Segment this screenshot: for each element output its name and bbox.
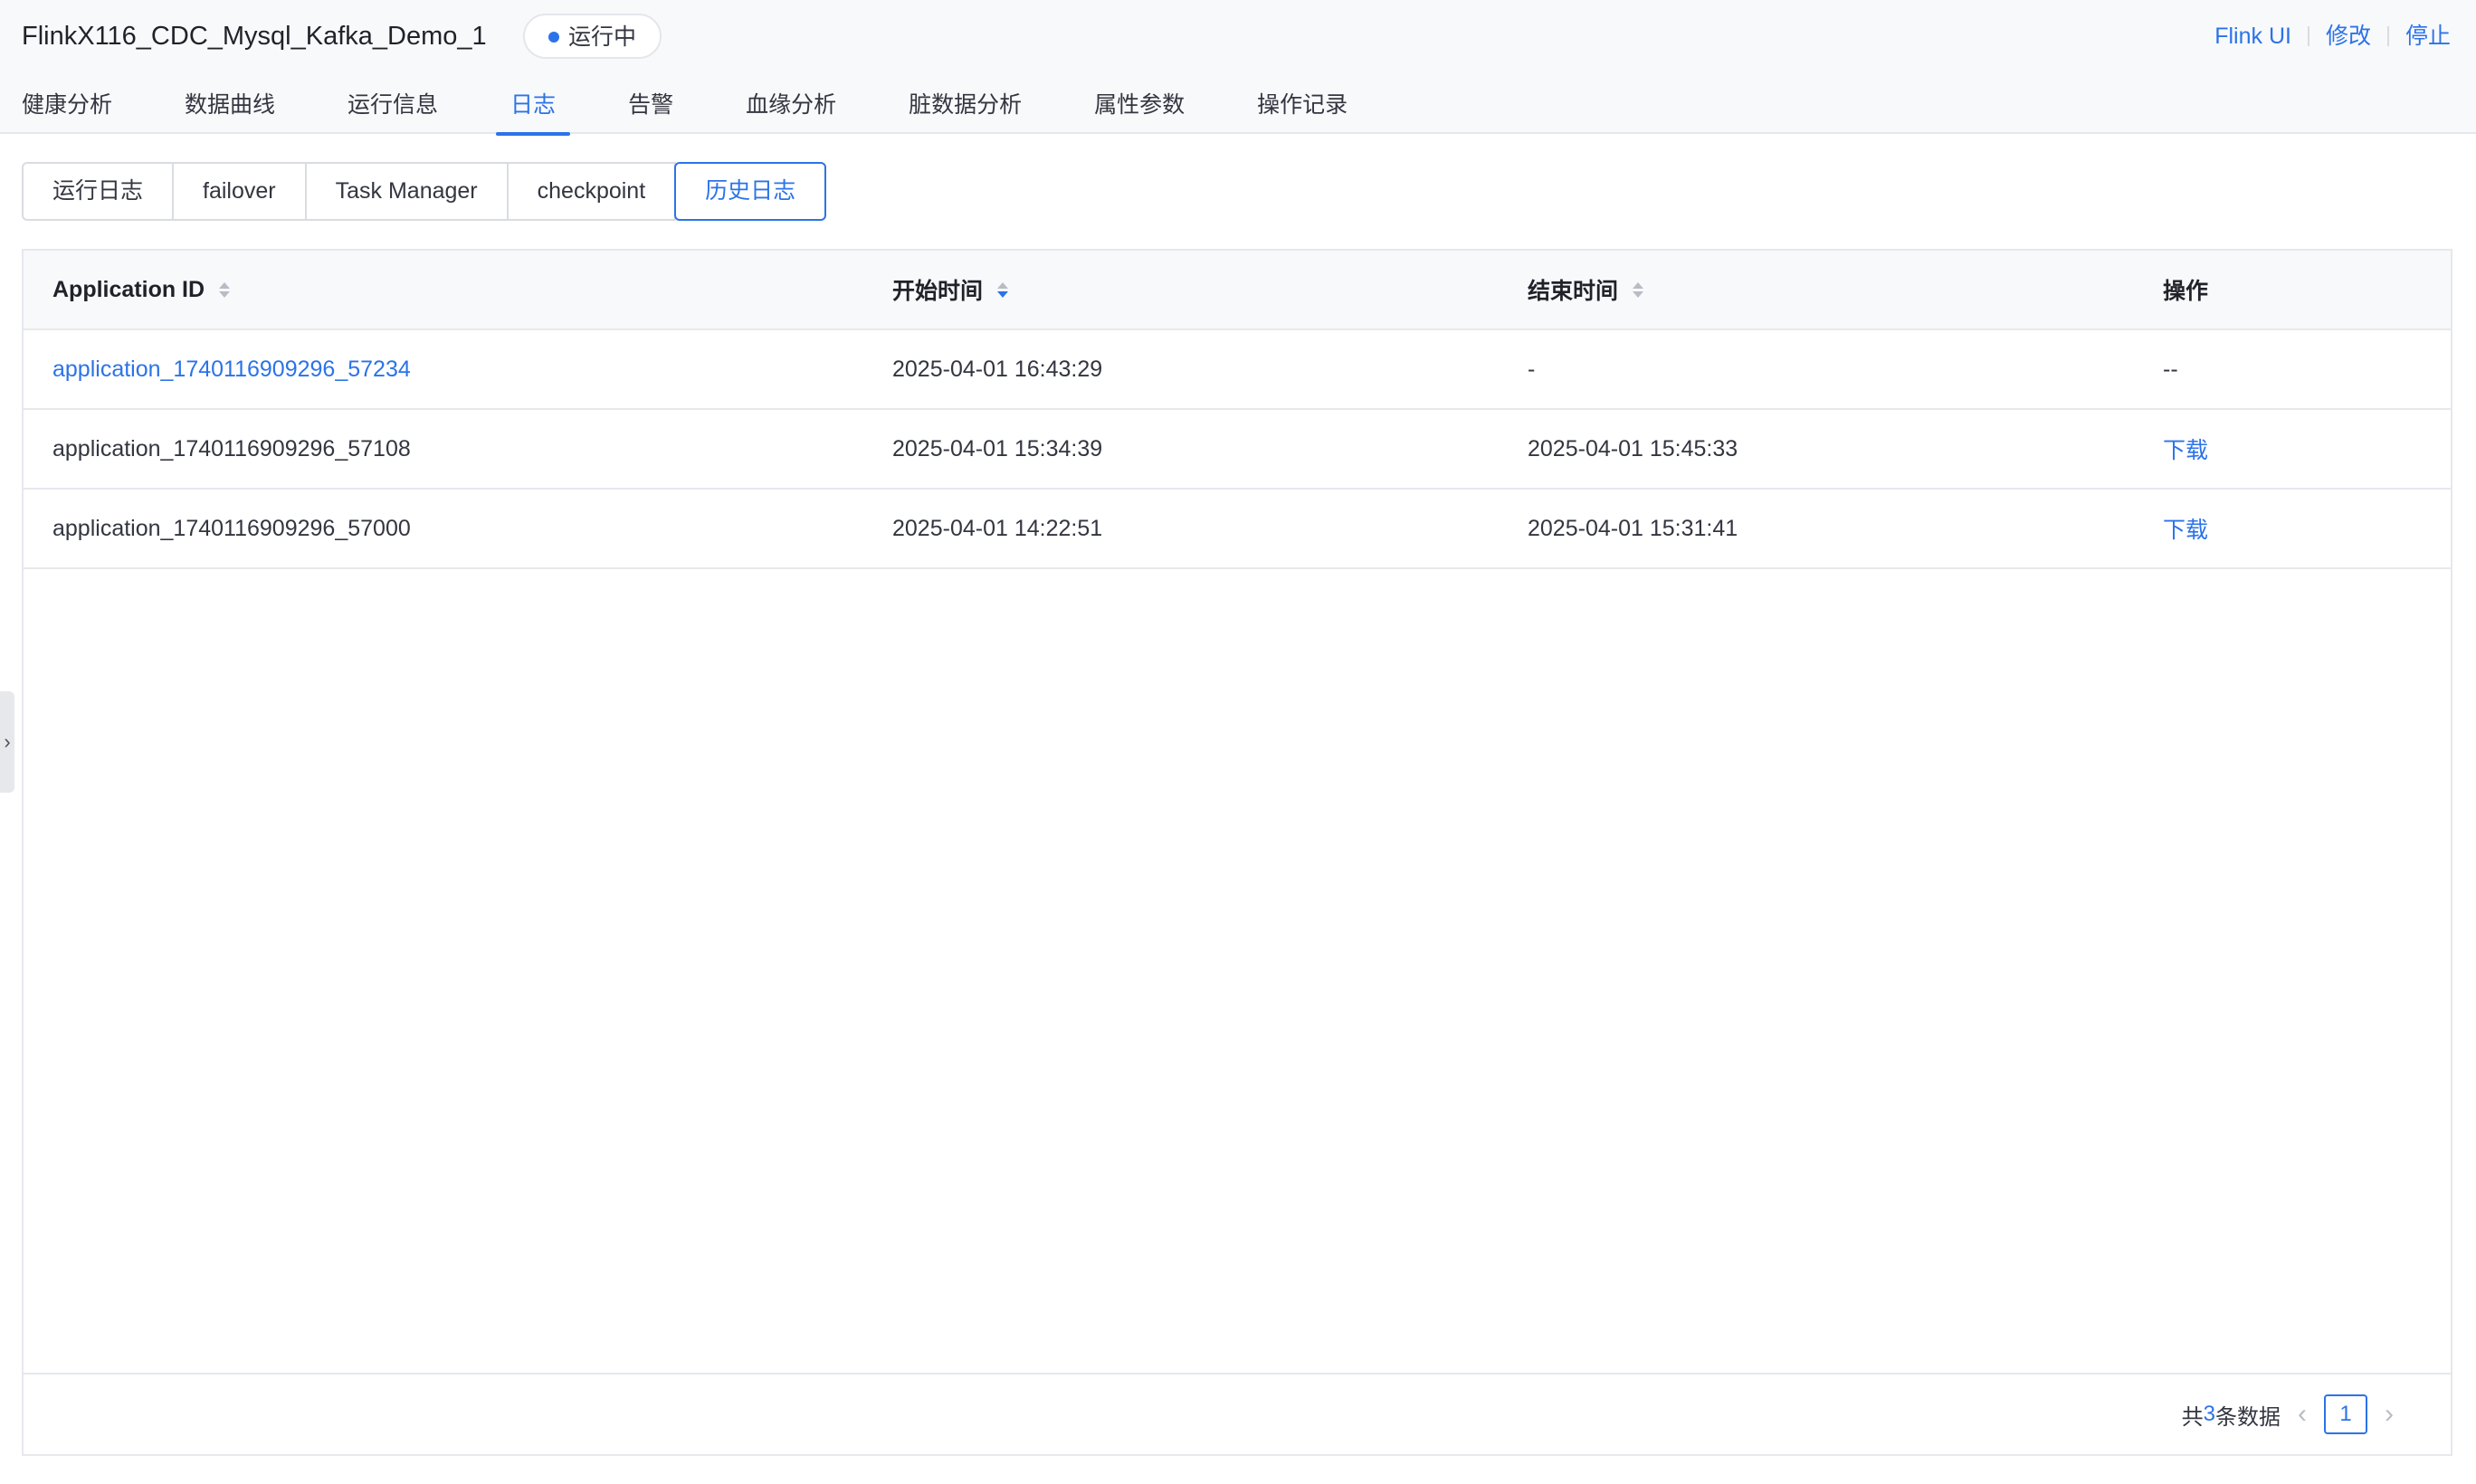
action-divider [2386,26,2389,46]
prev-page-icon[interactable]: ‹ [2288,1394,2317,1434]
subtab-history-log[interactable]: 历史日志 [674,162,827,221]
history-log-table: Application ID 开始时间 结束时间 操作 application_… [22,249,2452,1456]
table-row: application_1740116909296_57108 2025-04-… [24,410,2451,490]
start-time-cell: 2025-04-01 15:34:39 [892,435,1103,461]
job-header: FlinkX116_CDC_Mysql_Kafka_Demo_1 运行中 Fli… [0,0,2476,136]
job-title: FlinkX116_CDC_Mysql_Kafka_Demo_1 [22,22,487,51]
sort-icon[interactable] [1633,281,1644,298]
tab-dirty-data[interactable]: 脏数据分析 [909,81,1022,134]
total-suffix: 条数据 [2215,1404,2281,1430]
table-header: Application ID 开始时间 结束时间 操作 [24,251,2451,330]
edit-button[interactable]: 修改 [2326,18,2371,54]
tab-run-info[interactable]: 运行信息 [348,81,438,134]
download-button[interactable]: 下载 [2163,512,2208,545]
tab-operation-log[interactable]: 操作记录 [1257,81,1348,134]
subtab-checkpoint[interactable]: checkpoint [506,162,677,221]
app-id-cell: application_1740116909296_57108 [52,435,411,461]
chevron-right-icon: › [4,730,11,753]
tab-alerts[interactable]: 告警 [628,81,673,134]
column-header-label: 开始时间 [892,279,984,304]
page-button[interactable]: 1 [2324,1394,2367,1434]
header-actions: Flink UI 修改 停止 [2214,18,2451,54]
subtab-run-log[interactable]: 运行日志 [22,162,175,221]
status-dot-icon [548,32,559,43]
stop-button[interactable]: 停止 [2405,18,2451,54]
subtab-failover[interactable]: failover [172,162,307,221]
start-time-cell: 2025-04-01 14:22:51 [892,515,1103,541]
app-id-link[interactable]: application_1740116909296_57234 [52,357,411,383]
total-prefix: 共 [2181,1404,2204,1430]
log-subtabs: 运行日志 failover Task Manager checkpoint 历史… [22,162,827,221]
column-header-label: 操作 [2163,279,2209,304]
tab-properties[interactable]: 属性参数 [1094,81,1185,134]
status-text: 运行中 [568,24,637,50]
tab-health[interactable]: 健康分析 [22,81,112,134]
tab-logs[interactable]: 日志 [496,81,571,136]
sort-desc-icon[interactable] [997,281,1009,298]
next-page-icon[interactable]: › [2375,1394,2404,1434]
tab-data-curve[interactable]: 数据曲线 [185,81,275,134]
status-badge: 运行中 [523,14,662,59]
column-header-app-id[interactable]: Application ID [52,251,231,328]
pagination: 共 3 条数据 ‹ 1 › [24,1373,2451,1454]
end-time-cell: - [1528,356,1536,382]
end-time-cell: 2025-04-01 15:45:33 [1528,435,1738,461]
sort-icon[interactable] [219,281,231,298]
table-row: application_1740116909296_57234 2025-04-… [24,330,2451,410]
column-header-label: 结束时间 [1528,279,1619,304]
end-time-cell: 2025-04-01 15:31:41 [1528,515,1738,541]
column-header-end-time[interactable]: 结束时间 [1528,251,1644,328]
main-tabs: 健康分析 数据曲线 运行信息 日志 告警 血缘分析 脏数据分析 属性参数 操作记… [0,81,1420,136]
start-time-cell: 2025-04-01 16:43:29 [892,356,1103,382]
column-header-action: 操作 [2163,251,2208,328]
download-button[interactable]: 下载 [2163,433,2208,465]
action-cell: -- [2163,356,2178,382]
sidebar-toggle[interactable]: › [0,691,14,793]
app-id-cell: application_1740116909296_57000 [52,515,411,541]
total-count: 3 [2203,1402,2215,1426]
column-header-label: Application ID [52,276,205,302]
flink-ui-link[interactable]: Flink UI [2214,18,2291,54]
column-header-start-time[interactable]: 开始时间 [892,251,1009,328]
table-row: application_1740116909296_57000 2025-04-… [24,490,2451,569]
subtab-task-manager[interactable]: Task Manager [304,162,509,221]
tab-lineage[interactable]: 血缘分析 [746,81,836,134]
action-divider [2307,26,2309,46]
